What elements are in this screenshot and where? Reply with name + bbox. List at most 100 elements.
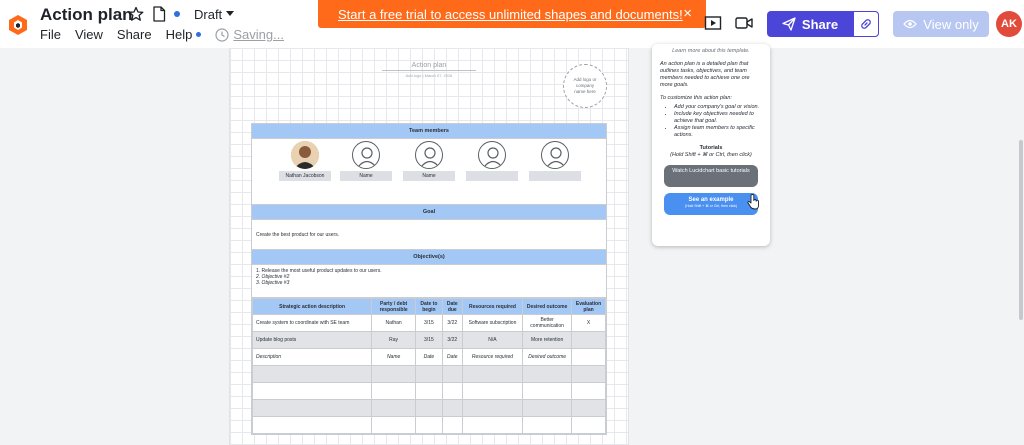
table-cell[interactable]: 3/15: [415, 331, 443, 349]
team-member[interactable]: [529, 141, 581, 181]
saving-status[interactable]: Saving...: [215, 27, 284, 42]
table-cell[interactable]: Date: [415, 348, 443, 366]
table-cell[interactable]: 3/15: [415, 314, 443, 332]
customize-steps: Add your company's goal or vision. Inclu…: [674, 104, 762, 139]
table-cell[interactable]: Date: [441, 348, 463, 366]
trial-link[interactable]: Start a free trial to access unlimited s…: [338, 7, 683, 22]
table-cell[interactable]: [251, 399, 373, 417]
team-member[interactable]: Name: [403, 141, 455, 181]
watch-tutorials-button[interactable]: Watch Lucidchart basic tutorials: [664, 165, 758, 187]
table-row[interactable]: [251, 382, 606, 400]
column-header: Desired outcome: [522, 298, 573, 315]
table-cell[interactable]: Description: [251, 348, 373, 366]
table-cell[interactable]: [371, 365, 416, 383]
table-cell[interactable]: Resource required: [461, 348, 524, 366]
document-title[interactable]: Action plan: [40, 5, 133, 25]
table-cell[interactable]: [571, 416, 606, 434]
table-header-row: Strategic action description Party / deb…: [251, 298, 606, 315]
table-cell[interactable]: [251, 416, 373, 434]
table-cell[interactable]: Update blog posts: [251, 331, 373, 349]
table-cell[interactable]: [251, 382, 373, 400]
vertical-scrollbar[interactable]: [1019, 140, 1023, 320]
objective-item: 3. Objective #3: [256, 280, 290, 286]
table-cell[interactable]: [461, 416, 524, 434]
copy-link-button[interactable]: [853, 11, 879, 37]
table-cell[interactable]: [522, 416, 573, 434]
menu-share[interactable]: Share: [117, 27, 152, 42]
lucidchart-logo-icon[interactable]: [8, 14, 28, 36]
table-cell[interactable]: [571, 382, 606, 400]
table-cell[interactable]: [461, 365, 524, 383]
view-only-button[interactable]: View only: [893, 11, 989, 37]
link-icon: [861, 19, 871, 29]
table-cell[interactable]: [461, 399, 524, 417]
table-cell[interactable]: [415, 416, 443, 434]
present-icon[interactable]: [704, 14, 722, 32]
team-member-name: [466, 171, 518, 181]
table-row[interactable]: [251, 399, 606, 417]
logo-placeholder[interactable]: Add logo or company name here: [563, 64, 607, 108]
team-member[interactable]: [466, 141, 518, 181]
table-cell[interactable]: [522, 382, 573, 400]
menu-file[interactable]: File: [40, 27, 61, 42]
table-cell[interactable]: [441, 365, 463, 383]
table-cell[interactable]: Desired outcome: [522, 348, 573, 366]
team-member[interactable]: Name: [340, 141, 392, 181]
table-cell[interactable]: [441, 399, 463, 417]
table-cell[interactable]: [415, 382, 443, 400]
table-cell[interactable]: Better communication: [522, 314, 573, 332]
close-icon[interactable]: ×: [683, 5, 692, 22]
document-subheading: Add logo | March 07, 2026: [405, 73, 453, 78]
table-row[interactable]: Update blog posts Ray 3/15 3/22 N/A More…: [251, 331, 606, 349]
user-avatar[interactable]: AK: [996, 11, 1022, 37]
template-info-panel: Learn more about this template. An actio…: [652, 44, 770, 246]
goal-text[interactable]: Create the best product for our users.: [252, 220, 606, 250]
table-cell[interactable]: [441, 382, 463, 400]
table-cell[interactable]: 3/22: [441, 331, 463, 349]
eye-icon: [903, 19, 918, 29]
see-example-button[interactable]: See an example (Hold Shift + ⌘ or Ctrl, …: [664, 193, 758, 215]
table-cell[interactable]: [415, 399, 443, 417]
table-row[interactable]: [251, 416, 606, 434]
table-cell[interactable]: [371, 399, 416, 417]
table-cell[interactable]: Nathan: [371, 314, 416, 332]
table-cell[interactable]: X: [571, 314, 606, 332]
table-cell[interactable]: [522, 365, 573, 383]
table-cell[interactable]: [415, 365, 443, 383]
draft-status-dropdown[interactable]: Draft: [194, 7, 235, 22]
table-cell[interactable]: [571, 399, 606, 417]
table-cell[interactable]: [441, 416, 463, 434]
table-cell[interactable]: Software subscription: [461, 314, 524, 332]
tutorials-heading: Tutorials: [699, 145, 723, 151]
table-cell[interactable]: [571, 365, 606, 383]
table-cell[interactable]: [251, 365, 373, 383]
video-camera-icon[interactable]: [735, 15, 753, 31]
table-cell[interactable]: [371, 382, 416, 400]
table-cell[interactable]: More retention: [522, 331, 573, 349]
table-row[interactable]: Description Name Date Date Resource requ…: [251, 348, 606, 366]
table-cell[interactable]: [571, 331, 606, 349]
menu-help[interactable]: Help: [166, 27, 193, 42]
panel-description: An action plan is a detailed plan that o…: [660, 61, 750, 88]
saving-label: Saving...: [233, 27, 284, 42]
team-member[interactable]: Nathan Jacobson: [279, 141, 331, 181]
star-icon[interactable]: [128, 6, 144, 22]
menu-view[interactable]: View: [75, 27, 103, 42]
share-button[interactable]: Share: [767, 11, 853, 37]
table-cell[interactable]: Name: [371, 348, 416, 366]
table-row[interactable]: [251, 365, 606, 383]
table-cell[interactable]: [522, 399, 573, 417]
table-cell[interactable]: 3/22: [441, 314, 463, 332]
table-cell[interactable]: [571, 348, 606, 366]
table-cell[interactable]: [461, 382, 524, 400]
document-icon[interactable]: [152, 6, 166, 22]
table-cell[interactable]: Create system to coordinate with SE team: [251, 314, 373, 332]
objectives-list[interactable]: 1. Release the most useful product updat…: [252, 265, 606, 298]
table-cell[interactable]: [371, 416, 416, 434]
table-cell[interactable]: N/A: [461, 331, 524, 349]
table-cell[interactable]: Ray: [371, 331, 416, 349]
column-header: Date due: [441, 298, 463, 315]
panel-intro-link[interactable]: Learn more about this template.: [660, 48, 762, 55]
table-row[interactable]: Create system to coordinate with SE team…: [251, 314, 606, 332]
see-example-hint: (Hold Shift + ⌘ or Ctrl, then click): [684, 204, 738, 208]
